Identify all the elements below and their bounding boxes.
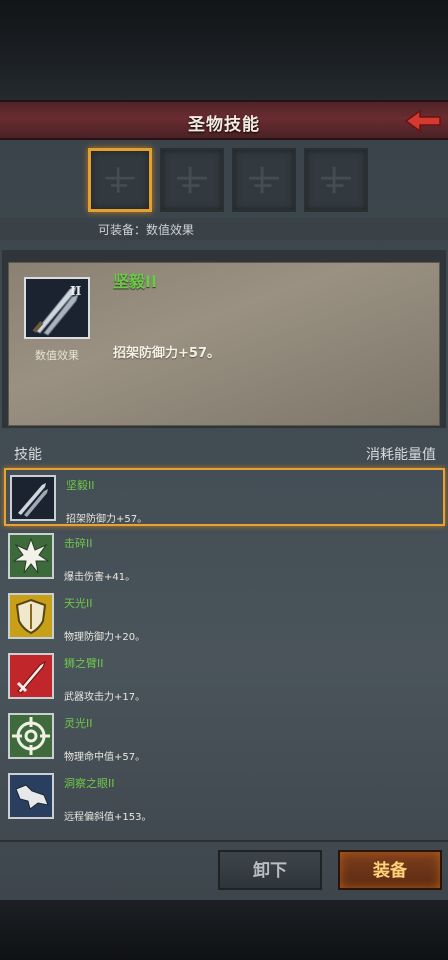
skill-effect: 物理命中值+57。: [64, 752, 146, 763]
relic-slot-4[interactable]: [304, 148, 368, 212]
detail-skill-effect: 招架防御力+57。: [113, 346, 220, 361]
skill-name: 灵光II: [64, 717, 93, 730]
skill-effect: 爆击伤害+41。: [64, 572, 136, 583]
empty-slot-icon: [249, 166, 279, 194]
page-title: 圣物技能: [188, 115, 260, 135]
equip-hint-text: 可装备：数值效果: [98, 223, 195, 237]
skill-row[interactable]: 击碎II 爆击伤害+41。: [4, 528, 445, 586]
bottom-backdrop: [0, 900, 448, 960]
detail-skill-name: 坚毅II: [113, 272, 157, 291]
relic-slot-1[interactable]: [88, 148, 152, 212]
skill-name: 狮之臂II: [64, 657, 104, 670]
detail-category: 数值效果: [35, 349, 79, 362]
skills-column-header: 技能: [14, 447, 42, 463]
empty-slot-icon: [105, 167, 135, 193]
skill-row[interactable]: 洞察之眼II 远程偏斜值+153。: [4, 768, 445, 826]
wolf-icon: [8, 773, 54, 819]
footer-divider: [0, 840, 448, 842]
skill-effect: 招架防御力+57。: [66, 514, 148, 525]
title-bar: 圣物技能: [0, 100, 448, 140]
equip-button[interactable]: 装备: [338, 850, 442, 890]
relic-slot-2[interactable]: [160, 148, 224, 212]
skill-effect: 武器攻击力+17。: [64, 692, 146, 703]
crossed-swords-icon: II: [26, 279, 88, 337]
skill-name: 洞察之眼II: [64, 777, 115, 790]
burst-icon: [8, 533, 54, 579]
energy-cost-column-header: 消耗能量值: [366, 447, 436, 463]
crosshair-icon: [8, 713, 54, 759]
empty-slot-icon: [321, 166, 351, 194]
back-button[interactable]: [404, 108, 444, 134]
unequip-button[interactable]: 卸下: [218, 850, 322, 890]
svg-text:II: II: [70, 284, 82, 298]
detail-skill-icon: II: [24, 277, 90, 339]
back-arrow-icon: [404, 109, 441, 133]
equip-hint-bar: 可装备：数值效果: [0, 218, 448, 240]
skill-effect: 物理防御力+20。: [64, 632, 146, 643]
skill-name: 击碎II: [64, 537, 93, 550]
skill-row[interactable]: 天光II 物理防御力+20。: [4, 588, 445, 646]
skill-row[interactable]: 灵光II 物理命中值+57。: [4, 708, 445, 766]
skill-row[interactable]: 坚毅II 招架防御力+57。: [4, 468, 445, 526]
sword-icon: [8, 653, 54, 699]
relic-slot-3[interactable]: [232, 148, 296, 212]
top-backdrop: [0, 0, 448, 100]
skill-name: 坚毅II: [66, 479, 95, 492]
skill-name: 天光II: [64, 597, 93, 610]
crossed-swords-icon: [10, 475, 56, 521]
shield-icon: [8, 593, 54, 639]
skill-row[interactable]: 狮之臂II 武器攻击力+17。: [4, 648, 445, 706]
empty-slot-icon: [177, 166, 207, 194]
skill-effect: 远程偏斜值+153。: [64, 812, 152, 823]
